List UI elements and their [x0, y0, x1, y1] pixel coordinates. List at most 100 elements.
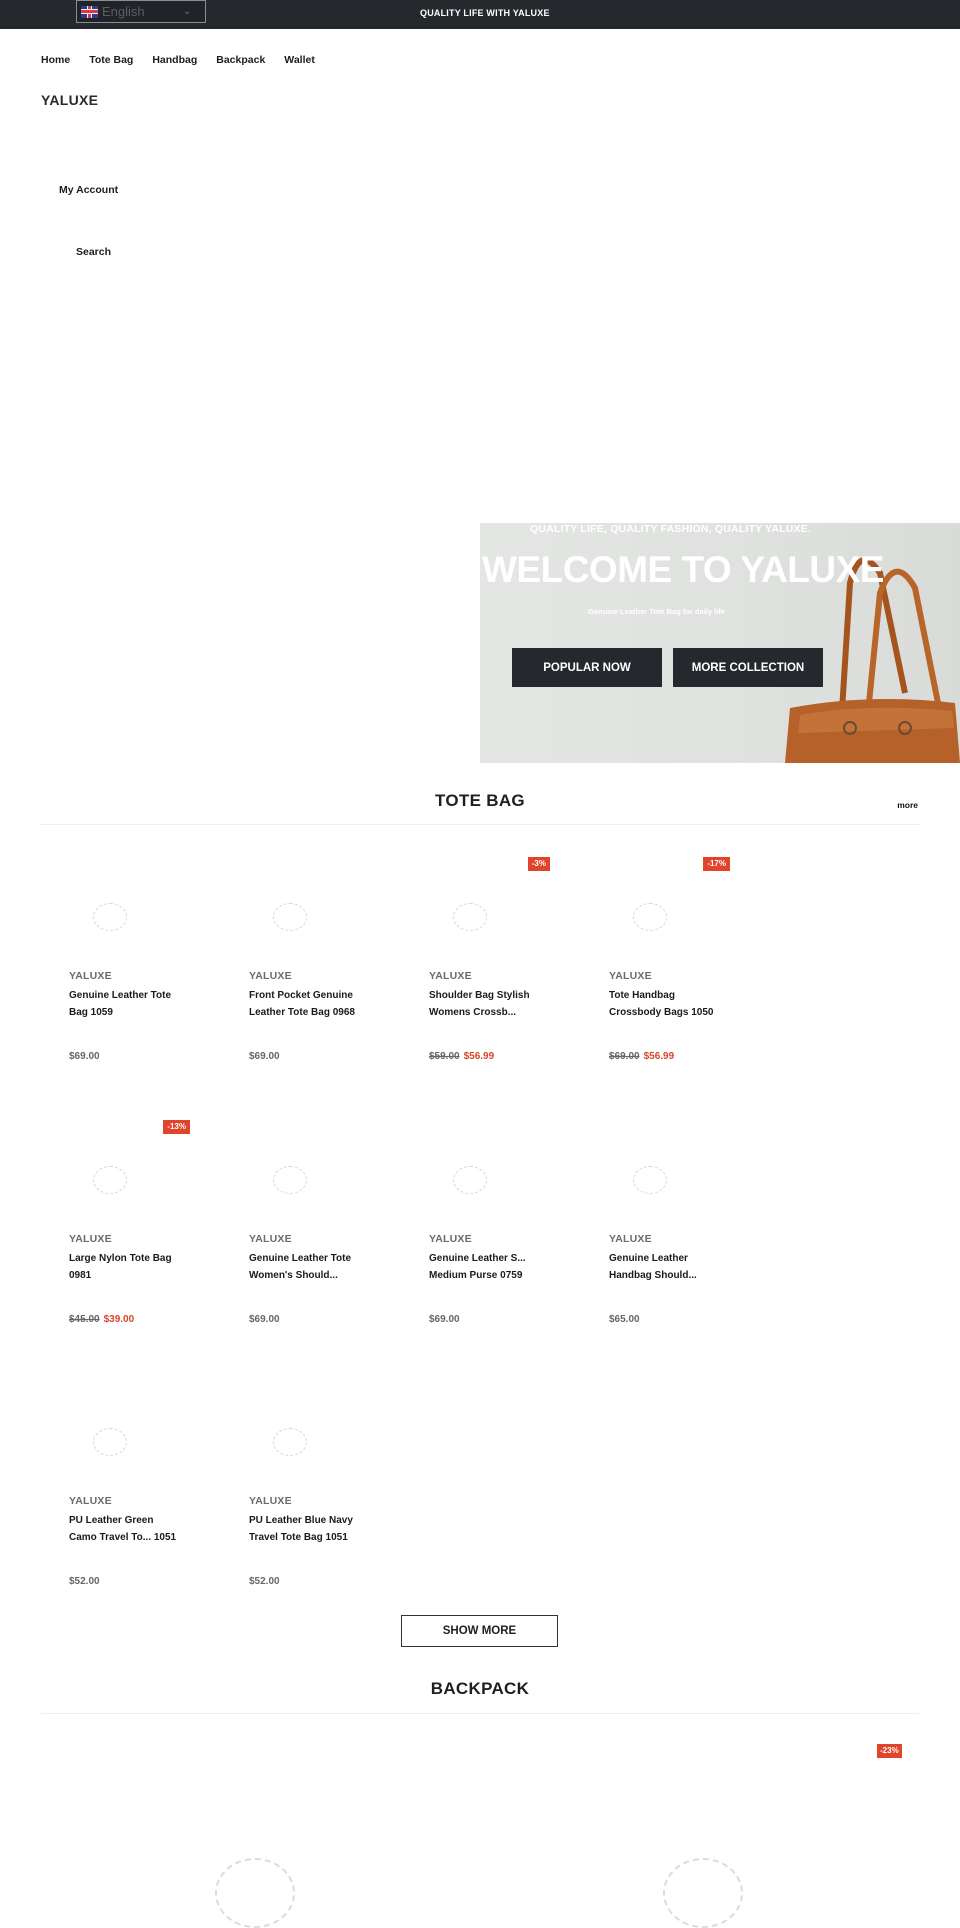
loading-spinner-icon [93, 1166, 127, 1194]
regular-price: $65.00 [609, 1314, 640, 1325]
compare-price: $45.00 [69, 1314, 100, 1325]
product-title[interactable]: Genuine Leather Handbag Should... 0899 [609, 1251, 721, 1285]
loading-spinner-icon [273, 1428, 307, 1456]
language-label: English [102, 4, 145, 19]
language-select[interactable]: English ⌄ [76, 0, 206, 23]
product-title[interactable]: Large Nylon Tote Bag 0981 [69, 1251, 181, 1285]
regular-price: $69.00 [249, 1314, 280, 1325]
product-image[interactable] [400, 1120, 550, 1230]
popular-now-button[interactable]: POPULAR NOW [512, 648, 662, 687]
nav-item-home[interactable]: Home [41, 54, 70, 66]
product-image[interactable] [580, 1120, 730, 1230]
more-collection-button[interactable]: MORE COLLECTION [673, 648, 823, 687]
loading-spinner-icon [273, 1166, 307, 1194]
product-title[interactable]: Genuine Leather Tote Bag 1059 [69, 988, 181, 1022]
product-price: $69.00 [249, 1051, 280, 1062]
product-price: $59.00 $56.99 [429, 1051, 494, 1062]
compare-price: $59.00 [429, 1051, 460, 1062]
product-image[interactable] [220, 857, 370, 967]
product-vendor: YALUXE [249, 970, 292, 982]
loading-spinner-icon [663, 1858, 743, 1928]
product-title[interactable]: PU Leather Green Camo Travel To... 1051 [69, 1513, 181, 1547]
product-price: $69.00 $56.99 [609, 1051, 674, 1062]
product-vendor: YALUXE [609, 970, 652, 982]
product-title[interactable]: Tote Handbag Crossbody Bags 1050 [609, 988, 721, 1022]
tote-bag-more-link[interactable]: more [897, 800, 918, 810]
compare-price: $69.00 [609, 1051, 640, 1062]
product-vendor: YALUXE [249, 1233, 292, 1245]
sale-price: $39.00 [103, 1314, 135, 1325]
product-card[interactable]: YALUXE PU Leather Blue Navy Travel Tote B… [220, 1382, 370, 1612]
announcement-bar: English ⌄ QUALITY LIFE WITH YALUXE [0, 0, 960, 29]
product-vendor: YALUXE [69, 1495, 112, 1507]
discount-badge: -13% [163, 1120, 190, 1134]
product-image[interactable] [220, 1382, 370, 1492]
show-more-button[interactable]: SHOW MORE [401, 1615, 558, 1647]
product-card[interactable]: -17% YALUXE Tote Handbag Crossbody Bags 10… [580, 857, 730, 1087]
product-title[interactable]: Genuine Leather S... Medium Purse 0759 [429, 1251, 541, 1285]
product-image[interactable] [40, 1382, 190, 1492]
product-image[interactable]: -17% [580, 857, 730, 967]
product-title[interactable]: Genuine Leather Tote Women's Should... 0… [249, 1251, 361, 1285]
my-account-link[interactable]: My Account [59, 184, 118, 196]
product-card[interactable]: YALUXE Genuine Leather Tote Women's Shoul… [220, 1120, 370, 1350]
product-card[interactable]: YALUXE PU Leather Green Camo Travel To...… [40, 1382, 190, 1612]
product-vendor: YALUXE [69, 970, 112, 982]
backpack-section-title: BACKPACK [430, 1679, 530, 1698]
product-card[interactable]: YALUXE Genuine Leather S... Medium Purse … [400, 1120, 550, 1350]
product-price: $45.00 $39.00 [69, 1314, 134, 1325]
product-price: $69.00 [429, 1314, 460, 1325]
product-title[interactable]: Front Pocket Genuine Leather Tote Bag 09… [249, 988, 361, 1022]
product-card[interactable]: YALUXE Genuine Leather Handbag Should... … [580, 1120, 730, 1350]
loading-spinner-icon [273, 903, 307, 931]
product-vendor: YALUXE [429, 970, 472, 982]
product-vendor: YALUXE [609, 1233, 652, 1245]
hero-subtitle: Genuine Leather Tote Bag for daily life [588, 607, 725, 616]
product-card[interactable]: -3% YALUXE Shoulder Bag Stylish Womens Cro… [400, 857, 550, 1087]
regular-price: $69.00 [429, 1314, 460, 1325]
regular-price: $52.00 [249, 1576, 280, 1587]
product-card[interactable]: YALUXE Genuine Leather Tote Bag 1059 $69.0… [40, 857, 190, 1087]
product-title[interactable]: PU Leather Blue Navy Travel Tote Bag 105… [249, 1513, 361, 1547]
section-divider [41, 824, 919, 825]
regular-price: $52.00 [69, 1576, 100, 1587]
nav-item-handbag[interactable]: Handbag [152, 54, 197, 66]
discount-badge: -3% [527, 857, 550, 871]
product-image[interactable] [220, 1120, 370, 1230]
product-card[interactable]: YALUXE Front Pocket Genuine Leather Tote … [220, 857, 370, 1087]
regular-price: $69.00 [249, 1051, 280, 1062]
main-nav: Home Tote Bag Handbag Backpack Wallet [41, 54, 334, 66]
product-price: $69.00 [69, 1051, 100, 1062]
loading-spinner-icon [453, 1166, 487, 1194]
product-price: $69.00 [249, 1314, 280, 1325]
uk-flag-icon [81, 5, 98, 18]
tote-bag-section-title: TOTE BAG [435, 791, 525, 810]
product-image[interactable] [40, 857, 190, 967]
discount-badge: -17% [703, 857, 730, 871]
product-vendor: YALUXE [249, 1495, 292, 1507]
section-divider [41, 1713, 919, 1714]
product-price: $52.00 [69, 1576, 100, 1587]
regular-price: $69.00 [69, 1051, 100, 1062]
chevron-down-icon: ⌄ [183, 6, 192, 17]
product-card[interactable]: -13% YALUXE Large Nylon Tote Bag 0981 $45.0… [40, 1120, 190, 1350]
loading-spinner-icon [215, 1858, 295, 1928]
site-logo[interactable]: YALUXE [41, 92, 98, 108]
loading-spinner-icon [633, 1166, 667, 1194]
sale-price: $56.99 [463, 1051, 495, 1062]
loading-spinner-icon [93, 1428, 127, 1456]
product-image[interactable]: -13% [40, 1120, 190, 1230]
hero-title: WELCOME TO YALUXE [482, 549, 885, 590]
nav-item-tote-bag[interactable]: Tote Bag [89, 54, 133, 66]
discount-badge: -23% [877, 1744, 902, 1758]
product-vendor: YALUXE [69, 1233, 112, 1245]
nav-item-wallet[interactable]: Wallet [284, 54, 315, 66]
search-link[interactable]: Search [76, 246, 111, 258]
product-title[interactable]: Shoulder Bag Stylish Womens Crossb... 10… [429, 988, 541, 1022]
nav-item-backpack[interactable]: Backpack [216, 54, 265, 66]
loading-spinner-icon [633, 903, 667, 931]
loading-spinner-icon [93, 903, 127, 931]
product-image[interactable]: -3% [400, 857, 550, 967]
product-price: $65.00 [609, 1314, 640, 1325]
loading-spinner-icon [453, 903, 487, 931]
